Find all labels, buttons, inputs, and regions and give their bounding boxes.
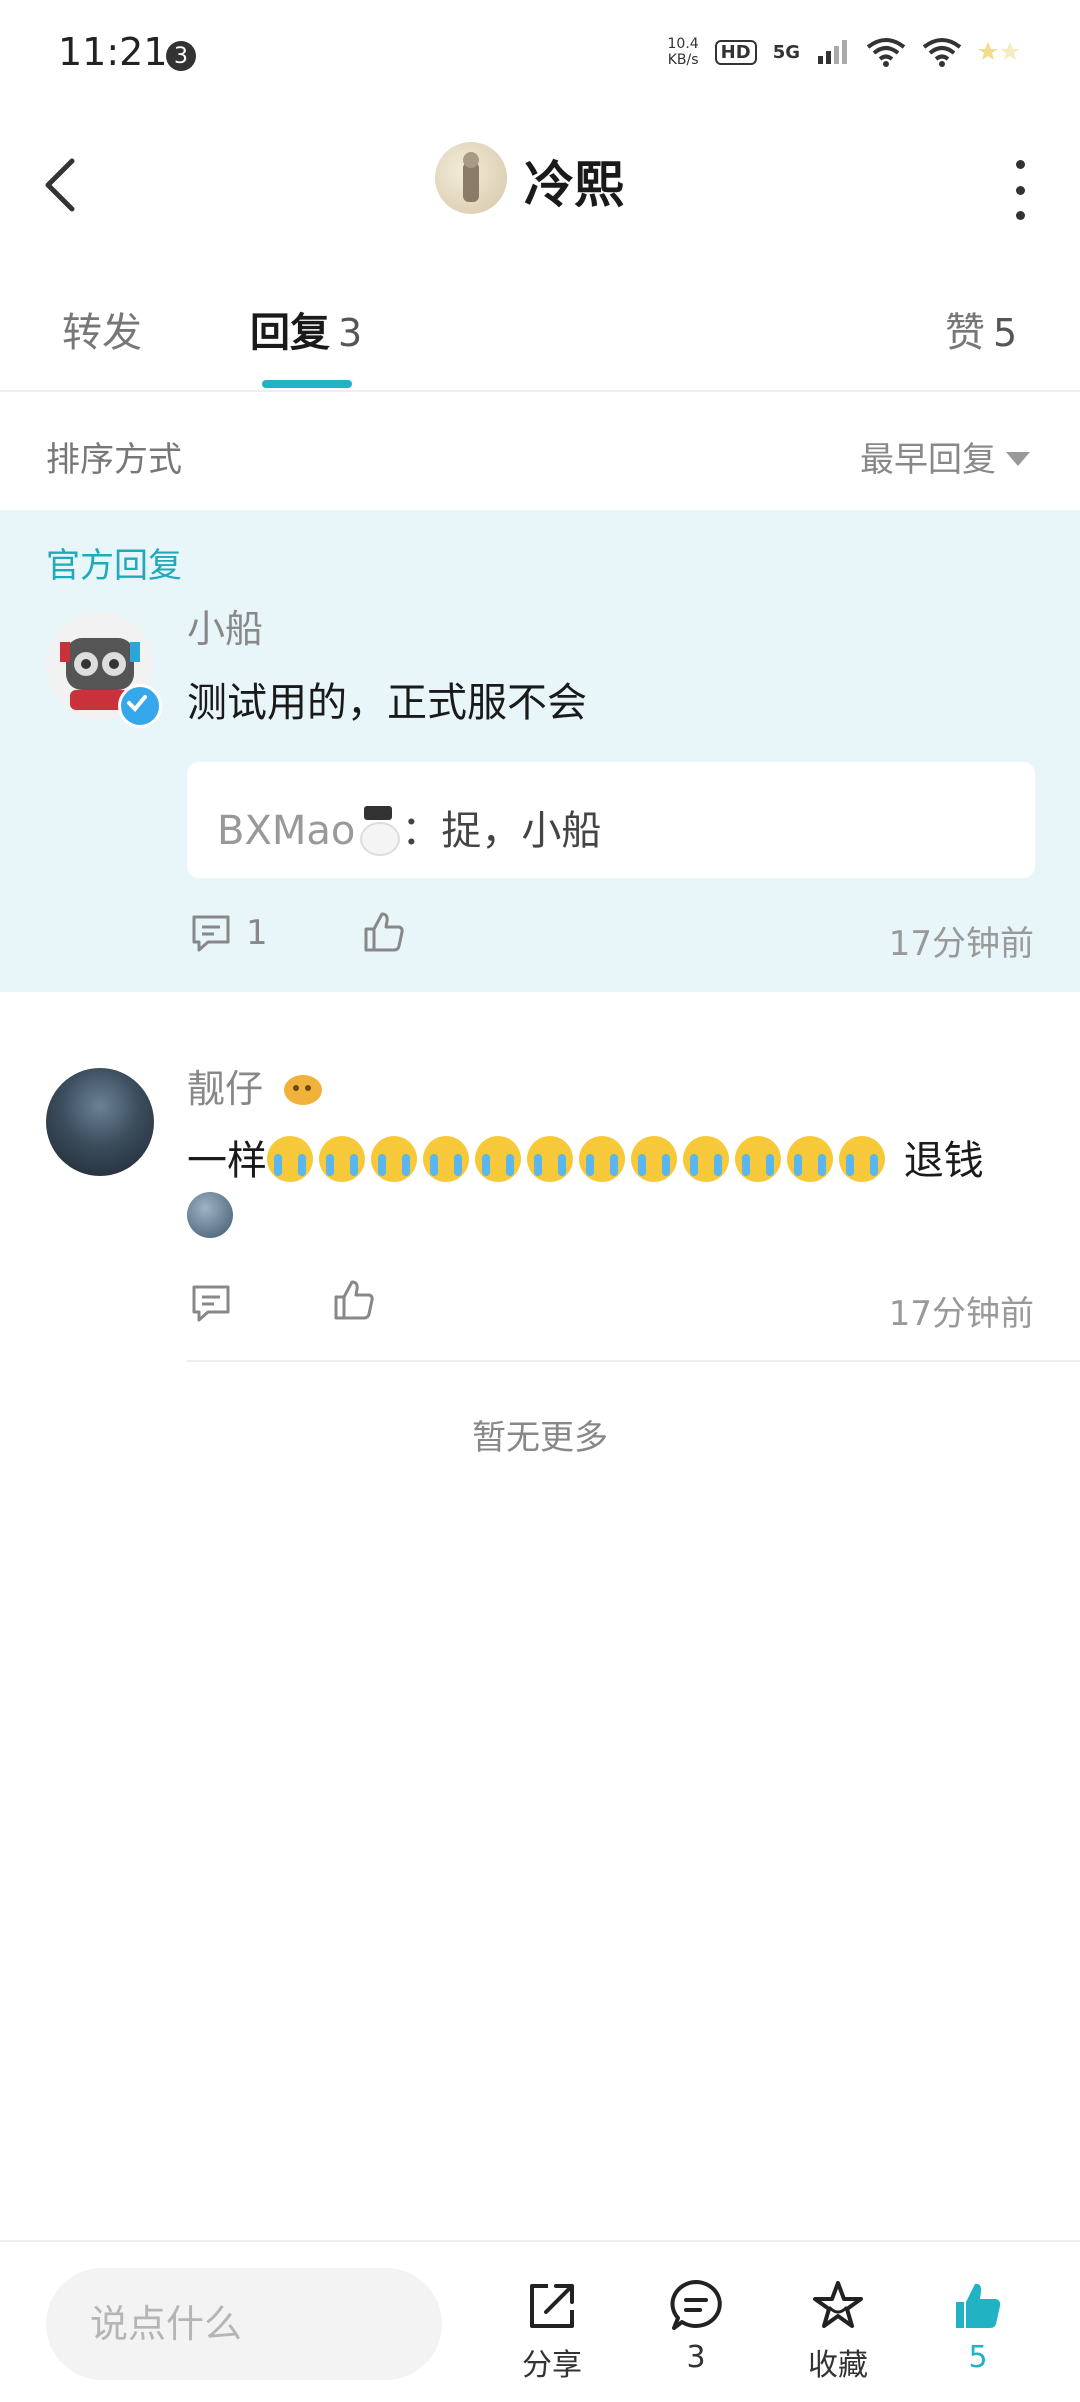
status-icons: 10.4 KB/s HD 5G bbox=[668, 36, 1023, 68]
comment-bubble-icon bbox=[670, 2280, 722, 2330]
page-title: 冷熙 bbox=[524, 156, 624, 214]
more-dot-icon bbox=[1015, 185, 1025, 195]
more-dot-icon bbox=[1015, 211, 1025, 220]
chevron-left-icon bbox=[45, 158, 75, 212]
verified-badge-icon bbox=[118, 684, 162, 728]
caret-down-icon bbox=[1006, 451, 1030, 466]
reply-time: 17分钟前 bbox=[888, 1294, 1034, 1334]
snowman-emoji-icon bbox=[355, 806, 401, 856]
sort-dropdown[interactable]: 最早回复 bbox=[860, 432, 1030, 481]
reply-username[interactable]: 靓仔 bbox=[187, 1058, 325, 1113]
back-button[interactable] bbox=[40, 155, 90, 215]
thumbs-up-icon bbox=[334, 1280, 374, 1320]
tab-replies-count: 3 bbox=[338, 311, 363, 355]
tab-likes[interactable]: 赞5 bbox=[945, 300, 1017, 358]
official-reply: 官方回复 小船 测试用的，正式服不会 BXMao ：捉，小船 1 17分钟前 bbox=[0, 510, 1080, 992]
notification-badge: 3 bbox=[166, 41, 196, 71]
crying-emoji-icon bbox=[371, 1136, 417, 1182]
quoted-reply[interactable]: BXMao ：捉，小船 bbox=[187, 762, 1035, 878]
author-avatar[interactable] bbox=[435, 142, 507, 214]
more-dot-icon bbox=[1015, 160, 1025, 169]
crying-emoji-icon bbox=[735, 1136, 781, 1182]
comment-input[interactable] bbox=[46, 2268, 442, 2380]
net-speed: 10.4 KB/s bbox=[667, 36, 699, 68]
status-time: 11:21 bbox=[58, 30, 168, 74]
quoted-username: BXMao bbox=[217, 808, 356, 854]
share-icon bbox=[530, 2284, 574, 2328]
crying-emoji-icon bbox=[787, 1136, 833, 1182]
like-button[interactable] bbox=[362, 910, 406, 954]
bottom-action-bar: 分享 3 收藏 5 bbox=[0, 2240, 1080, 2402]
divider bbox=[187, 1360, 1080, 1362]
like-count-button[interactable]: 5 bbox=[918, 2278, 1038, 2375]
wifi-icon bbox=[866, 37, 906, 67]
crying-emoji-icon bbox=[319, 1136, 365, 1182]
avatar-illustration-icon bbox=[463, 152, 479, 202]
sort-label: 排序方式 bbox=[46, 440, 182, 480]
tab-replies[interactable]: 回复 3 bbox=[250, 300, 362, 358]
reply-username[interactable]: 小船 bbox=[187, 598, 263, 653]
like-button[interactable] bbox=[332, 1278, 376, 1322]
wifi-icon-2 bbox=[922, 37, 962, 67]
star-icon bbox=[813, 2281, 863, 2328]
reply-item: 靓仔 一样 退钱 17分钟前 bbox=[0, 992, 1080, 1362]
reply-time: 17分钟前 bbox=[888, 924, 1034, 964]
moon-face-emoji-icon bbox=[187, 1192, 233, 1238]
reply-comment-button[interactable]: 1 bbox=[190, 912, 268, 954]
sort-row: 排序方式 最早回复 bbox=[0, 392, 1080, 510]
reply-text: 一样 退钱 bbox=[187, 1130, 1047, 1256]
reply-comment-count: 1 bbox=[246, 913, 268, 953]
signal-5g-icon: 5G bbox=[772, 41, 800, 63]
thumbs-up-icon bbox=[364, 912, 404, 952]
crying-emoji-icon bbox=[267, 1136, 313, 1182]
status-bar: 11:21 3 10.4 KB/s HD 5G bbox=[0, 0, 1080, 115]
more-menu-button[interactable] bbox=[1010, 160, 1030, 220]
crying-emoji-icon bbox=[527, 1136, 573, 1182]
tab-likes-count: 5 bbox=[993, 311, 1018, 355]
thumbs-up-filled-icon bbox=[956, 2283, 1001, 2328]
comment-icon bbox=[192, 915, 230, 952]
avatar[interactable] bbox=[46, 1068, 154, 1176]
hd-icon: HD bbox=[714, 39, 757, 65]
active-tab-indicator bbox=[262, 380, 352, 388]
crying-emoji-icon bbox=[579, 1136, 625, 1182]
battery-stars-icon bbox=[978, 38, 1022, 66]
reply-text: 测试用的，正式服不会 bbox=[187, 680, 587, 726]
crying-emoji-icon bbox=[839, 1136, 885, 1182]
tab-bar: 转发 回复 3 赞5 bbox=[0, 280, 1080, 392]
crying-emoji-icon bbox=[683, 1136, 729, 1182]
comments-button[interactable]: 3 bbox=[636, 2278, 756, 2375]
quoted-text: ：捉，小船 bbox=[401, 808, 602, 854]
comment-icon bbox=[192, 1285, 230, 1322]
signal-bars-icon bbox=[816, 38, 850, 66]
share-button[interactable]: 分享 bbox=[492, 2278, 612, 2384]
collect-button[interactable]: 收藏 bbox=[778, 2278, 898, 2384]
top-header: 冷熙 bbox=[0, 115, 1080, 245]
reply-comment-button[interactable] bbox=[190, 1282, 232, 1324]
tab-repost[interactable]: 转发 bbox=[62, 300, 142, 358]
level-badge-icon bbox=[284, 1075, 323, 1105]
official-reply-tag: 官方回复 bbox=[46, 546, 182, 586]
crying-emoji-icon bbox=[423, 1136, 469, 1182]
crying-emoji-icon bbox=[475, 1136, 521, 1182]
end-of-list-text: 暂无更多 bbox=[472, 1418, 608, 1458]
crying-emoji-icon bbox=[631, 1136, 677, 1182]
